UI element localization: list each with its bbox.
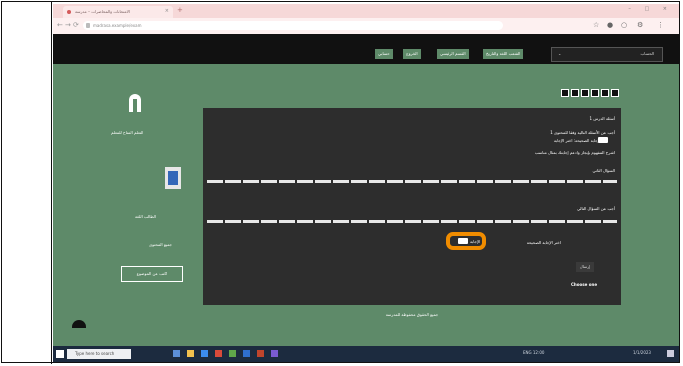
windows-start-icon[interactable] [56, 350, 64, 358]
book-cover [168, 171, 178, 185]
word-icon[interactable] [243, 350, 250, 357]
chrome-icon[interactable] [215, 350, 222, 357]
browser-tab[interactable]: الامتحانات والمحاضرات – مدرسة × [63, 6, 173, 18]
sidebar-title: التعلم المتاح للمعلم [111, 130, 144, 135]
reload-icon[interactable]: ⟳ [73, 21, 79, 29]
taskview-icon[interactable] [173, 350, 180, 357]
panel-line-1: أجب عن الأسئلة التالية وفقا للمحتوى 1 [550, 130, 615, 135]
divider-line [51, 2, 52, 364]
outer-frame: الامتحانات والمحاضرات – مدرسة × + – □ × … [1, 1, 680, 364]
nav-square-1[interactable] [561, 89, 569, 97]
header-button-section[interactable]: الشعب اللغة والتاريخ [483, 49, 524, 59]
extension-icon[interactable]: ● [607, 21, 613, 29]
header-button-logout[interactable]: الخروج [403, 49, 421, 59]
window-controls[interactable]: – □ × [628, 6, 673, 12]
edge-icon[interactable] [201, 350, 208, 357]
answer-toggle-2[interactable] [458, 238, 468, 244]
panel-line-6: اختر الإجابة الصحيحة [526, 240, 561, 245]
close-tab-icon[interactable]: × [165, 8, 169, 14]
header-button-account[interactable]: حسابي [375, 49, 393, 59]
nav-square-4[interactable] [591, 89, 599, 97]
powerpoint-icon[interactable] [257, 350, 264, 357]
english-label: Choose one [571, 282, 598, 287]
exam-panel: أسئلة الدرس 1 أجب عن الأسئلة التالية وفق… [203, 108, 621, 305]
long-text-row-2 [207, 220, 617, 223]
logo-cutout [133, 99, 137, 112]
submit-button[interactable]: إرسال [576, 262, 594, 272]
nav-square-2[interactable] [571, 89, 579, 97]
book-icon [165, 167, 181, 189]
forward-icon[interactable]: → [65, 21, 71, 29]
settings-icon[interactable]: ⚙ [637, 21, 643, 29]
long-text-row-1 [207, 180, 617, 183]
star-icon[interactable]: ☆ [593, 21, 599, 29]
profile-icon[interactable]: ○ [621, 21, 627, 29]
new-tab-button[interactable]: + [177, 6, 183, 14]
highlighted-answer-option[interactable]: الإجابة [446, 232, 486, 250]
header-button-home[interactable]: القسم الرئيسي [437, 49, 469, 59]
tray-status: ENG 12:00 [523, 350, 545, 355]
explorer-icon[interactable] [187, 350, 194, 357]
sidebar-button[interactable]: اكتب عن الموضوع [121, 266, 183, 282]
panel-line-5: أجب عن السؤال التالي [576, 206, 615, 211]
site-logo [129, 94, 141, 112]
panel-heading: أسئلة الدرس 1 [589, 116, 615, 121]
chevron-down-icon: ⌄ [558, 51, 562, 56]
nav-square-3[interactable] [581, 89, 589, 97]
site-header: حسابي الخروج القسم الرئيسي الشعب اللغة و… [53, 34, 679, 64]
url-input[interactable]: madrasa.example/exam [83, 21, 503, 30]
account-dropdown[interactable]: ⌄ الحساب [551, 47, 663, 62]
address-bar: ← → ⟳ madrasa.example/exam ☆ ● ○ ⚙ ⋮ [53, 18, 679, 35]
favicon-icon [67, 10, 71, 14]
taskbar: Type here to search ENG 12:00 1/1/2023 [53, 346, 679, 362]
teams-icon[interactable] [271, 350, 278, 357]
nav-square-6[interactable] [611, 89, 619, 97]
scroll-handle[interactable] [72, 320, 86, 328]
panel-line-4: السؤال الثاني [592, 168, 615, 173]
sidebar-section-label: الطالب اللغة [135, 214, 156, 219]
sidebar-link[interactable]: جميع المحتوى [149, 242, 172, 247]
panel-line-2: الإجابة الصحيحة: اختر الإجابة [553, 138, 601, 143]
tray-date: 1/1/2023 [633, 350, 651, 355]
option-label: الإجابة [470, 239, 481, 244]
url-text: madrasa.example/exam [93, 23, 142, 28]
nav-square-5[interactable] [601, 89, 609, 97]
excel-icon[interactable] [229, 350, 236, 357]
dropdown-label: الحساب [640, 51, 654, 56]
menu-icon[interactable]: ⋮ [657, 21, 664, 29]
panel-line-3: اشرح المفهوم بإيجاز وادعم إجابتك بمثال م… [534, 150, 615, 155]
tab-bar: الامتحانات والمحاضرات – مدرسة × + – □ × [53, 4, 679, 18]
tab-title: الامتحانات والمحاضرات – مدرسة [75, 9, 130, 14]
back-icon[interactable]: ← [57, 21, 63, 29]
lock-icon [86, 23, 90, 28]
screen: الامتحانات والمحاضرات – مدرسة × + – □ × … [53, 4, 679, 362]
answer-toggle-1[interactable] [598, 137, 608, 143]
page-footer: جميع الحقوق محفوظة للمدرسة [385, 312, 439, 317]
taskbar-search-input[interactable]: Type here to search [67, 349, 131, 359]
notifications-icon[interactable] [667, 350, 674, 357]
